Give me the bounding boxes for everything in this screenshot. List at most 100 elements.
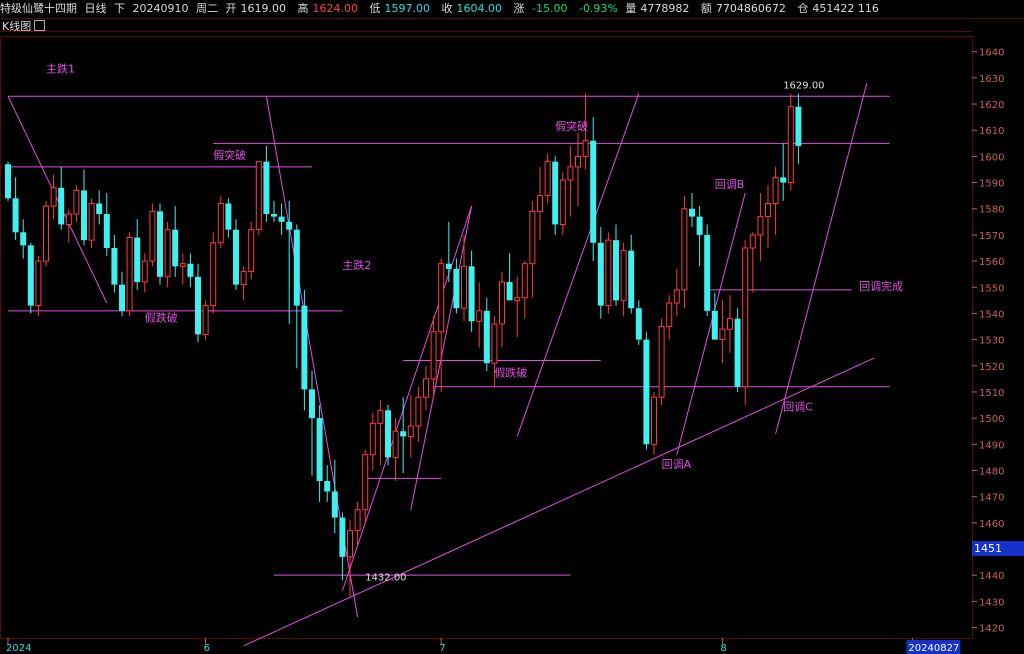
annotation-label: 回调B bbox=[715, 178, 745, 191]
candle-body-up bbox=[749, 234, 756, 249]
candle-body-up bbox=[727, 318, 733, 330]
y-tick-label: 1610 bbox=[979, 126, 1004, 137]
candle-body-down bbox=[445, 263, 452, 269]
candle-body-down bbox=[301, 305, 308, 390]
trend-line bbox=[243, 357, 875, 647]
candle-body-down bbox=[453, 268, 460, 309]
y-tick-label: 1600 bbox=[979, 152, 1004, 163]
candle-body-up bbox=[575, 155, 581, 168]
candle-body-down bbox=[58, 187, 65, 225]
y-tick-label: 1580 bbox=[979, 205, 1004, 216]
candle-body-down bbox=[613, 240, 619, 301]
candle-body-down bbox=[103, 213, 110, 249]
x-tick-label: 2024 bbox=[6, 643, 31, 654]
annotation-label: 假突破 bbox=[213, 148, 246, 162]
y-tick-label: 1540 bbox=[979, 309, 1004, 320]
y-tick-label: 1590 bbox=[979, 179, 1004, 190]
y-tick-label: 1510 bbox=[979, 388, 1004, 399]
candle-body-down bbox=[119, 284, 125, 311]
y-tick-label: 1550 bbox=[979, 283, 1004, 294]
candle-body-down bbox=[635, 308, 642, 340]
annotation-label: 回调C bbox=[783, 400, 813, 413]
candle-body-up bbox=[354, 509, 361, 532]
candle-body-up bbox=[73, 189, 80, 215]
y-tick-label: 1470 bbox=[979, 493, 1004, 504]
x-tick-label: 20240827 bbox=[908, 643, 959, 654]
candle-body-up bbox=[666, 302, 673, 328]
candle-body-down bbox=[590, 140, 597, 243]
candle-body-down bbox=[12, 198, 19, 233]
candle-body-down bbox=[263, 161, 270, 214]
y-tick-label: 1530 bbox=[979, 336, 1004, 347]
candle-body-up bbox=[742, 247, 749, 388]
candle-body-up bbox=[248, 229, 255, 273]
candle-body-up bbox=[651, 396, 657, 445]
candle-body-up bbox=[141, 260, 148, 283]
candle-body-up bbox=[559, 179, 566, 225]
candle-body-up bbox=[772, 176, 779, 205]
annotation-label: 假跌破 bbox=[145, 310, 178, 324]
candle-body-up bbox=[149, 210, 156, 262]
candlestick-chart[interactable]: 主跌1 假突破假跌破 主跌2 假突破假跌破 回调B 回调完成回调C 回调A 1629.00 14… bbox=[0, 0, 1024, 654]
annotation-label: 回调完成 bbox=[859, 279, 903, 293]
y-tick-label: 1430 bbox=[979, 597, 1004, 608]
candle-body-down bbox=[233, 229, 239, 285]
candle-body-up bbox=[438, 263, 445, 333]
candle-body-up bbox=[202, 305, 209, 335]
y-tick-label: 1480 bbox=[979, 466, 1004, 477]
candle-body-down bbox=[278, 216, 285, 222]
annotations: 主跌1 假突破假跌破 主跌2 假突破假跌破 回调B 回调完成回调C 回调A 1629.00 14… bbox=[46, 62, 903, 584]
candle-body-down bbox=[643, 339, 650, 445]
candle-body-up bbox=[50, 187, 57, 207]
candle-body-up bbox=[765, 203, 771, 218]
candle-body-up bbox=[423, 378, 429, 398]
candle-body-down bbox=[339, 517, 346, 557]
candle-body-down bbox=[271, 213, 277, 217]
y-tick-label: 1500 bbox=[979, 414, 1004, 425]
candles bbox=[5, 93, 802, 597]
candle-body-up bbox=[537, 195, 543, 212]
candle-body-up bbox=[88, 203, 95, 241]
candle-body-down bbox=[468, 266, 475, 322]
candle-body-up bbox=[35, 260, 42, 307]
candle-body-down bbox=[286, 221, 293, 230]
candle-body-down bbox=[5, 164, 11, 199]
candle-body-down bbox=[134, 237, 141, 283]
candle-body-down bbox=[309, 389, 315, 419]
candle-body-up bbox=[476, 310, 483, 322]
candle-body-up bbox=[514, 297, 521, 301]
candle-body-down bbox=[20, 232, 27, 246]
candle-body-down bbox=[27, 245, 34, 306]
candle-body-up bbox=[347, 530, 353, 558]
candle-body-up bbox=[499, 281, 505, 325]
candle-body-down bbox=[628, 250, 635, 309]
candle-body-up bbox=[377, 409, 384, 424]
y-tick-label: 1640 bbox=[979, 48, 1004, 59]
candle-body-down bbox=[734, 318, 741, 387]
last-price-tag: 1451 bbox=[972, 541, 1024, 556]
candle-body-up bbox=[521, 263, 528, 299]
x-tick-label: 8 bbox=[720, 643, 726, 654]
annotation-label: 主跌1 bbox=[46, 62, 75, 76]
candle-body-down bbox=[506, 282, 513, 301]
candle-body-up bbox=[673, 289, 680, 304]
candle-body-up bbox=[240, 271, 247, 286]
candle-body-up bbox=[369, 422, 376, 456]
candle-body-down bbox=[225, 203, 232, 230]
x-tick-label: 7 bbox=[439, 643, 445, 654]
candle-body-up bbox=[582, 140, 589, 157]
candle-body-down bbox=[187, 263, 194, 277]
y-tick-label: 1440 bbox=[979, 571, 1004, 582]
candle-body-down bbox=[81, 190, 87, 241]
candle-body-down bbox=[172, 229, 179, 267]
annotation-label: 假突破 bbox=[555, 119, 588, 133]
candle-body-up bbox=[217, 203, 224, 244]
candle-body-up bbox=[210, 242, 217, 307]
candle-body-up bbox=[430, 331, 437, 380]
candle-body-down bbox=[780, 177, 787, 183]
candle-body-down bbox=[111, 248, 118, 285]
annotation-label: 假跌破 bbox=[494, 365, 527, 379]
axes: 1420143014401450146014701480149015001510… bbox=[6, 48, 1004, 654]
candle-body-up bbox=[126, 237, 133, 312]
candle-body-down bbox=[483, 310, 490, 364]
